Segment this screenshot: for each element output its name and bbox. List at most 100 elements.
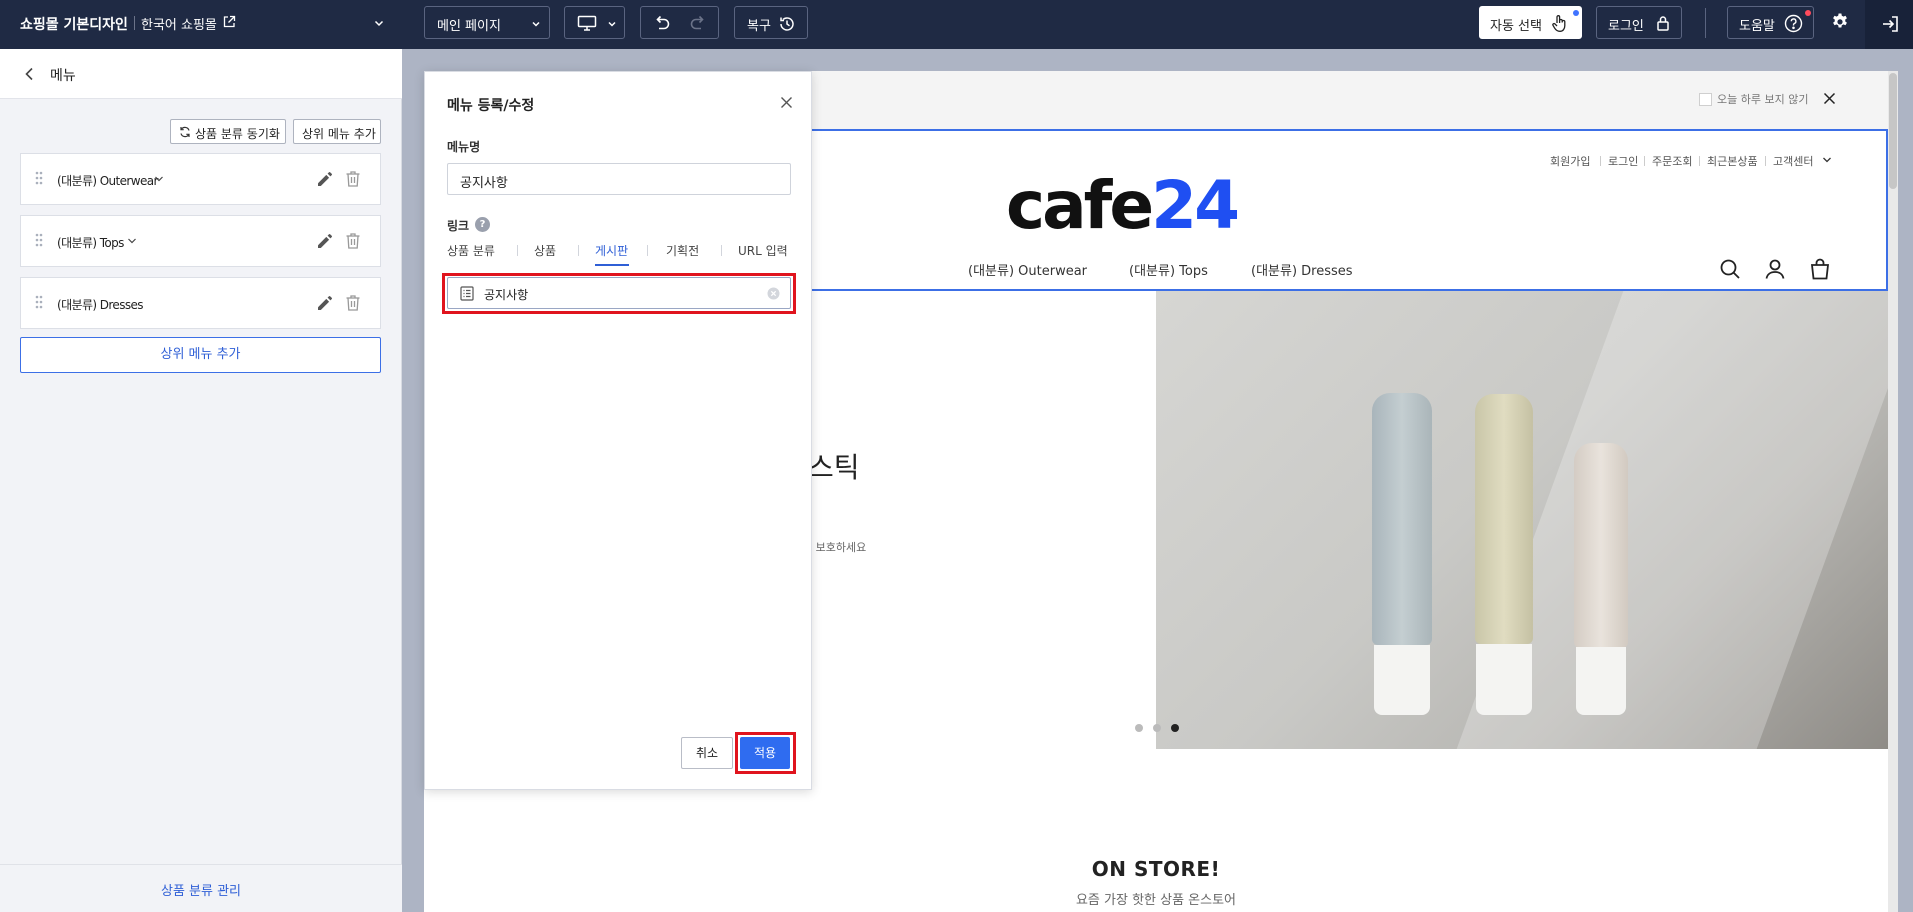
hero-image[interactable] bbox=[1156, 291, 1888, 749]
add-top-menu-button[interactable]: 상위 메뉴 추가 bbox=[20, 337, 381, 373]
page-select[interactable]: 메인 페이지 bbox=[424, 6, 550, 39]
trash-icon[interactable] bbox=[345, 170, 361, 188]
dont-show-today-checkbox[interactable] bbox=[1699, 93, 1712, 106]
tab-separator bbox=[721, 245, 722, 256]
question-circle-icon bbox=[1784, 14, 1803, 33]
restore-button[interactable]: 복구 bbox=[734, 6, 808, 39]
nav-dresses[interactable]: (대분류) Dresses bbox=[1251, 260, 1353, 279]
bottle-cap bbox=[1476, 644, 1532, 715]
page-select-label: 메인 페이지 bbox=[437, 19, 501, 34]
active-tab-indicator bbox=[595, 264, 629, 266]
slider-dot[interactable] bbox=[1153, 724, 1161, 732]
highlight-box bbox=[442, 273, 796, 314]
scroll-thumb[interactable] bbox=[1889, 73, 1897, 189]
tab-url[interactable]: URL 입력 bbox=[738, 242, 788, 259]
auto-select-label: 자동 선택 bbox=[1490, 19, 1542, 34]
logo-cafe: cafe bbox=[1006, 167, 1154, 244]
tab-product[interactable]: 상품 bbox=[534, 242, 556, 259]
sync-category-button[interactable]: 상품 분류 동기화 bbox=[170, 119, 286, 144]
desktop-icon bbox=[577, 15, 597, 31]
top-bar: 쇼핑몰 기본디자인 한국어 쇼핑몰 메인 페이지 복구 자동 선택 로그인 도움… bbox=[0, 0, 1913, 49]
dialog-title: 메뉴 등록/수정 bbox=[447, 98, 535, 114]
pencil-icon[interactable] bbox=[316, 232, 334, 250]
search-icon[interactable] bbox=[1719, 258, 1741, 280]
device-select[interactable] bbox=[564, 6, 625, 39]
shop-logo[interactable]: cafe24 bbox=[1006, 173, 1240, 239]
notification-dot bbox=[1805, 10, 1811, 16]
topbar-divider bbox=[1705, 8, 1706, 38]
slider-dot[interactable] bbox=[1135, 724, 1143, 732]
menu-name-value: 공지사항 bbox=[460, 176, 508, 191]
menu-item-label: (대분류) Outerwear bbox=[57, 174, 158, 188]
back-chevron-icon[interactable] bbox=[24, 67, 34, 81]
logo-24: 24 bbox=[1151, 167, 1240, 244]
trash-icon[interactable] bbox=[345, 232, 361, 250]
util-link-join[interactable]: 회원가입 bbox=[1550, 153, 1590, 169]
nav-tops[interactable]: (대분류) Tops bbox=[1129, 260, 1208, 279]
chevron-down-icon[interactable] bbox=[127, 237, 137, 245]
highlight-box bbox=[735, 732, 796, 774]
menu-item[interactable]: (대분류) Dresses bbox=[20, 277, 381, 329]
exit-button[interactable] bbox=[1865, 0, 1913, 49]
hand-pointer-icon bbox=[1552, 15, 1566, 32]
tab-event[interactable]: 기획전 bbox=[666, 242, 699, 259]
util-separator bbox=[1699, 156, 1700, 166]
menu-name-input[interactable]: 공지사항 bbox=[447, 163, 791, 195]
dont-show-today-label: 오늘 하루 보지 않기 bbox=[1717, 93, 1809, 106]
user-icon[interactable] bbox=[1764, 258, 1786, 280]
drag-handle-icon[interactable] bbox=[35, 233, 43, 249]
manage-category-link[interactable]: 상품 분류 관리 bbox=[0, 880, 402, 899]
login-button[interactable]: 로그인 bbox=[1596, 6, 1682, 39]
sync-category-label: 상품 분류 동기화 bbox=[195, 127, 280, 141]
undo-icon[interactable] bbox=[653, 15, 671, 31]
redo-icon[interactable] bbox=[689, 15, 707, 31]
nav-outerwear[interactable]: (대분류) Outerwear bbox=[968, 260, 1087, 279]
menu-item[interactable]: (대분류) Tops bbox=[20, 215, 381, 267]
tab-category[interactable]: 상품 분류 bbox=[447, 242, 495, 259]
section-title: ON STORE! bbox=[1091, 857, 1221, 881]
panel-title: 메뉴 bbox=[50, 68, 76, 84]
chevron-down-icon[interactable] bbox=[1822, 156, 1832, 164]
tab-separator bbox=[647, 245, 648, 256]
close-icon[interactable] bbox=[1823, 92, 1836, 105]
slider-dot-active[interactable] bbox=[1171, 724, 1179, 732]
pencil-icon[interactable] bbox=[316, 294, 334, 312]
util-link-login[interactable]: 로그인 bbox=[1608, 153, 1638, 169]
help-label: 도움말 bbox=[1739, 19, 1775, 34]
exit-icon bbox=[1883, 16, 1898, 32]
drag-handle-icon[interactable] bbox=[35, 295, 43, 311]
pencil-icon[interactable] bbox=[316, 170, 334, 188]
add-top-menu-small-button[interactable]: 상위 메뉴 추가 bbox=[293, 119, 381, 144]
util-link-cs[interactable]: 고객센터 bbox=[1773, 153, 1813, 169]
menu-item[interactable]: (대분류) Outerwear bbox=[20, 153, 381, 205]
external-link-icon[interactable] bbox=[222, 15, 236, 29]
bottle-beige bbox=[1574, 443, 1628, 648]
trash-icon[interactable] bbox=[345, 294, 361, 312]
history-icon bbox=[780, 17, 794, 31]
design-title: 쇼핑몰 기본디자인 bbox=[20, 17, 128, 33]
hero-title: 스틱 bbox=[808, 451, 860, 484]
tab-board[interactable]: 게시판 bbox=[595, 242, 628, 259]
gear-icon[interactable] bbox=[1830, 12, 1850, 32]
preview-scrollbar[interactable] bbox=[1888, 71, 1898, 912]
auto-select-button[interactable]: 자동 선택 bbox=[1479, 6, 1582, 39]
panel-header: 메뉴 bbox=[0, 49, 402, 99]
section-subtitle: 요즘 가장 핫한 상품 온스토어 bbox=[1075, 893, 1237, 908]
menu-edit-dialog: 메뉴 등록/수정 메뉴명 공지사항 링크 ? 상품 분류 상품 게시판 기획전 … bbox=[424, 71, 812, 790]
chevron-down-icon[interactable] bbox=[372, 16, 386, 30]
login-label: 로그인 bbox=[1608, 19, 1644, 34]
chevron-down-icon[interactable] bbox=[154, 175, 164, 183]
help-button[interactable]: 도움말 bbox=[1727, 6, 1814, 39]
close-icon[interactable] bbox=[780, 96, 793, 109]
shop-name[interactable]: 한국어 쇼핑몰 bbox=[141, 14, 217, 33]
shopping-bag-icon[interactable] bbox=[1809, 258, 1831, 280]
menu-item-label: (대분류) Tops bbox=[57, 236, 124, 250]
cancel-button[interactable]: 취소 bbox=[681, 737, 733, 769]
drag-handle-icon[interactable] bbox=[35, 171, 43, 187]
util-link-order[interactable]: 주문조회 bbox=[1652, 153, 1692, 169]
help-icon[interactable]: ? bbox=[475, 217, 490, 232]
menu-item-label: (대분류) Dresses bbox=[57, 298, 144, 312]
util-link-recent[interactable]: 최근본상품 bbox=[1707, 153, 1758, 169]
util-separator bbox=[1765, 156, 1766, 166]
notification-dot bbox=[1573, 10, 1579, 16]
